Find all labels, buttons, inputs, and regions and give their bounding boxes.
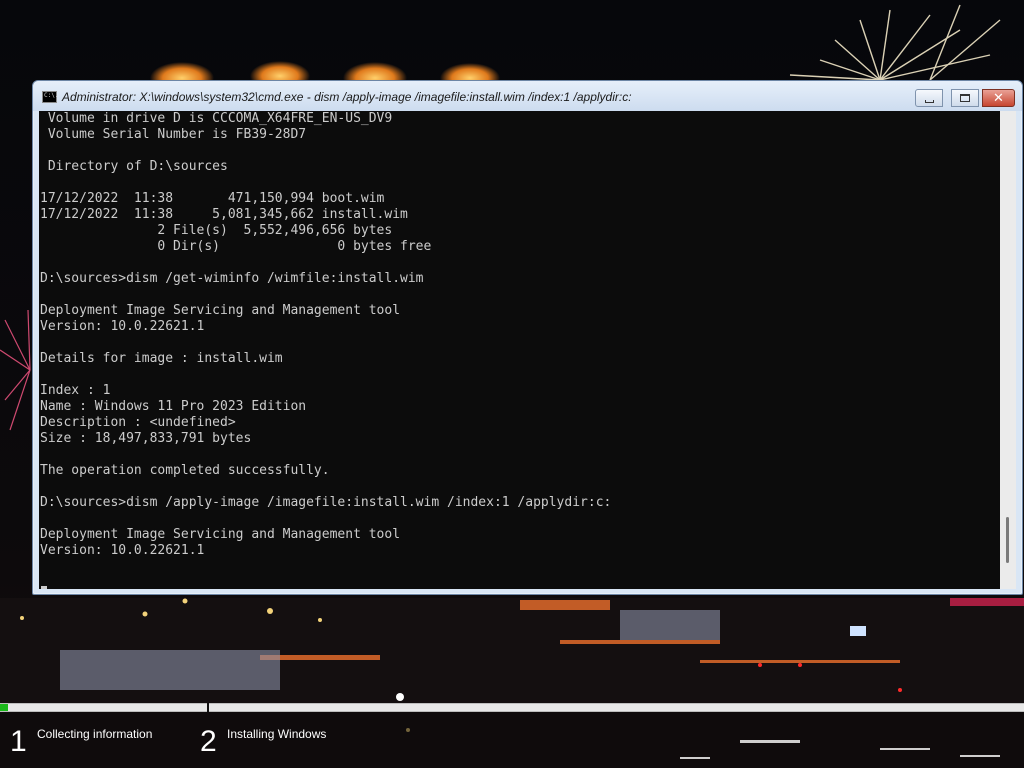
step-divider [207, 703, 209, 712]
scrollbar-thumb[interactable] [1006, 517, 1009, 563]
minimize-icon [924, 99, 934, 103]
step-number: 2 [200, 725, 217, 758]
title-bar[interactable]: C:\. Administrator: X:\windows\system32\… [33, 81, 1022, 111]
close-button[interactable]: ✕ [982, 89, 1015, 107]
console-output[interactable]: Volume in drive D is CCCOMA_X64FRE_EN-US… [39, 111, 1000, 589]
window-title: Administrator: X:\windows\system32\cmd.e… [62, 90, 632, 104]
setup-progress-bar [0, 703, 1024, 712]
cmd-icon[interactable]: C:\. [42, 91, 58, 103]
vertical-scrollbar[interactable] [1000, 111, 1016, 589]
progress-fill [0, 704, 9, 711]
text-cursor [41, 586, 47, 589]
step-label: Installing Windows [227, 727, 327, 741]
step-label: Collecting information [37, 727, 153, 741]
maximize-button[interactable] [951, 89, 979, 107]
close-icon: ✕ [993, 90, 1004, 106]
console-text: Volume in drive D is CCCOMA_X64FRE_EN-US… [40, 111, 612, 558]
cmd-window[interactable]: C:\. Administrator: X:\windows\system32\… [32, 80, 1023, 595]
maximize-icon [960, 94, 970, 102]
minimize-button[interactable] [915, 89, 943, 107]
step-number: 1 [10, 725, 27, 758]
